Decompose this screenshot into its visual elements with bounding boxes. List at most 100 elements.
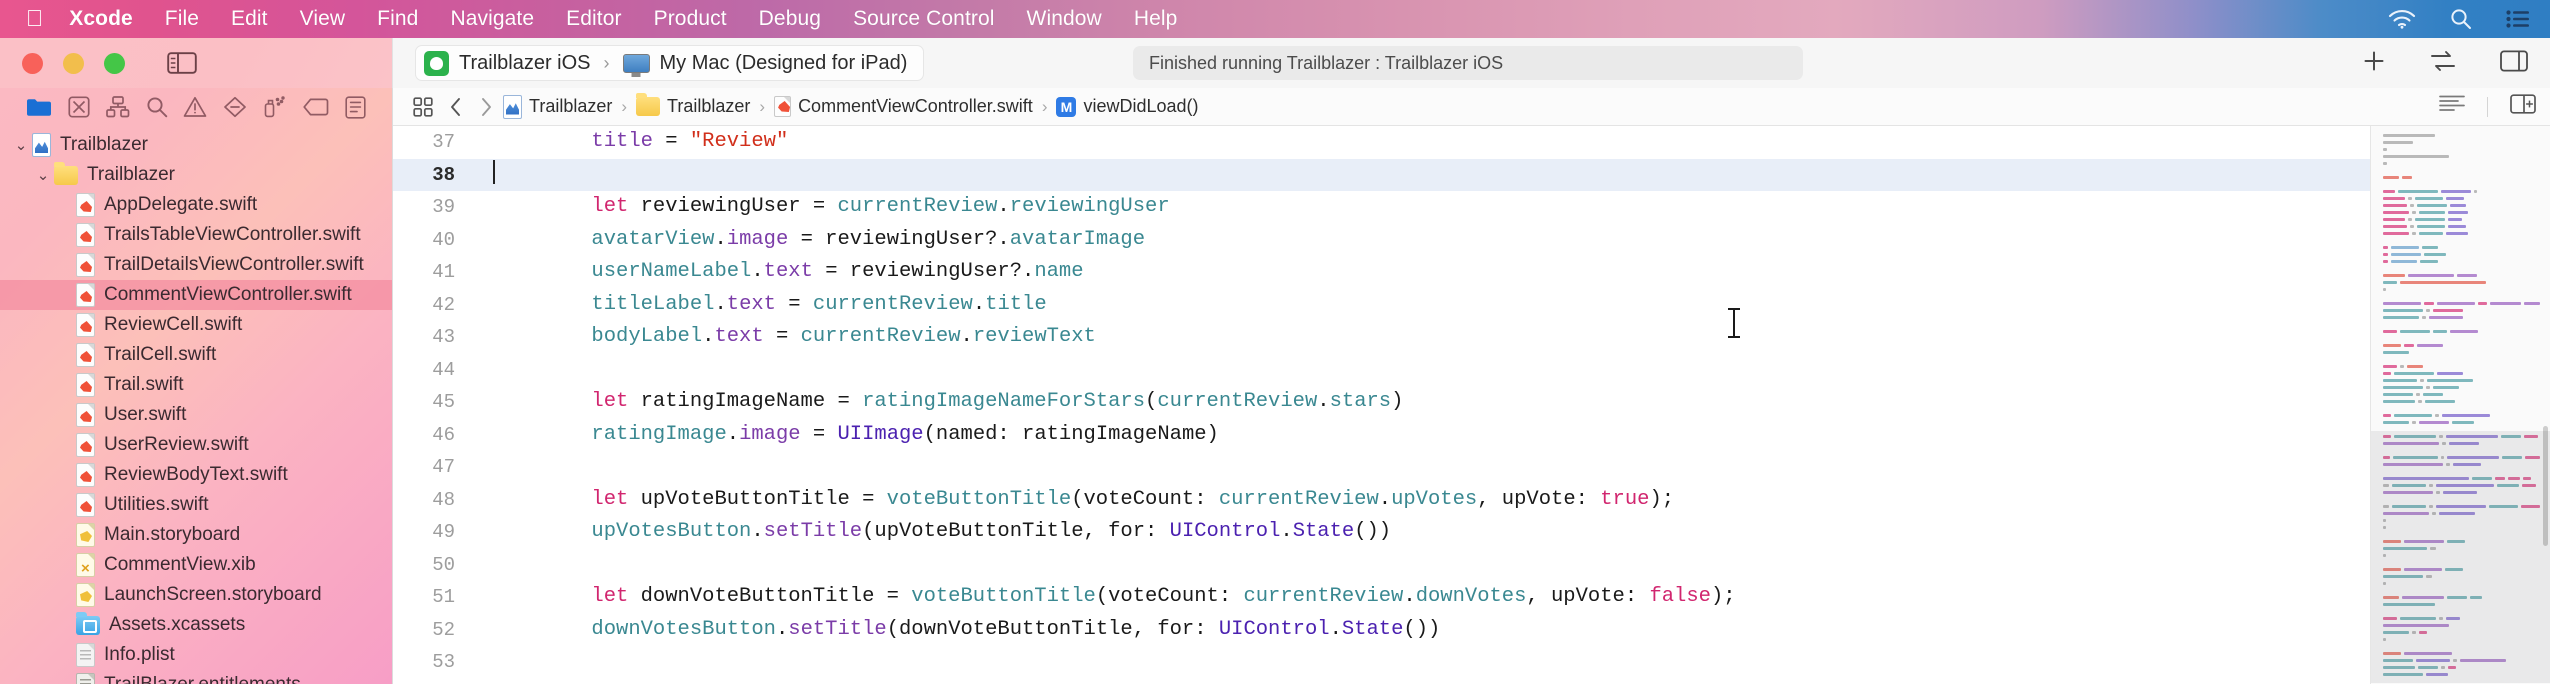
file-tree-item[interactable]: User.swift — [0, 400, 392, 430]
method-m-icon: M — [1056, 96, 1077, 117]
file-tree-item-label: TrailDetailsViewController.swift — [104, 254, 364, 275]
minimap-row — [2383, 580, 2540, 587]
file-tree-item[interactable]: Utilities.swift — [0, 490, 392, 520]
code-line[interactable]: 43 bodyLabel.text = currentReview.review… — [393, 321, 2370, 354]
file-tree-item[interactable]: LaunchScreen.storyboard — [0, 580, 392, 610]
line-number: 39 — [432, 196, 455, 218]
menu-item-source-control[interactable]: Source Control — [837, 7, 1010, 31]
editor-scrollbar-thumb[interactable] — [2543, 426, 2548, 546]
report-document-icon — [345, 95, 366, 119]
debug-navigator-tab[interactable] — [263, 96, 287, 118]
add-icon[interactable] — [2362, 49, 2386, 78]
menu-item-help[interactable]: Help — [1118, 7, 1194, 31]
code-line[interactable]: 52 downVotesButton.setTitle(downVoteButt… — [393, 614, 2370, 647]
inspector-toggle-icon[interactable] — [2500, 49, 2528, 77]
file-tree-item[interactable]: AppDelegate.swift — [0, 190, 392, 220]
sidebar-toggle-icon[interactable] — [167, 51, 197, 75]
code-line[interactable]: 45 let ratingImageName = ratingImageName… — [393, 386, 2370, 419]
zoom-window-button[interactable] — [104, 52, 125, 74]
menu-item-xcode[interactable]: Xcode — [69, 7, 149, 31]
menu-item-edit[interactable]: Edit — [215, 7, 284, 31]
menu-item-navigate[interactable]: Navigate — [434, 7, 550, 31]
menu-item-editor[interactable]: Editor — [550, 7, 637, 31]
file-tree-item[interactable]: CommentViewController.swift — [0, 280, 392, 310]
code-line[interactable]: 50 — [393, 549, 2370, 582]
code-line[interactable]: 39 let reviewingUser = currentReview.rev… — [393, 191, 2370, 224]
project-icon — [503, 94, 522, 119]
test-navigator-tab[interactable] — [223, 96, 247, 118]
file-tree-item[interactable]: ⌄ Trailblazer — [0, 130, 392, 160]
disclosure-triangle-icon[interactable]: ⌄ — [32, 166, 54, 184]
minimize-window-button[interactable] — [63, 52, 84, 74]
menu-item-view[interactable]: View — [284, 7, 362, 31]
spotlight-search-icon[interactable] — [2450, 8, 2472, 30]
file-tree-item[interactable]: ReviewBodyText.swift — [0, 460, 392, 490]
code-line[interactable]: 44 — [393, 354, 2370, 387]
wifi-icon[interactable] — [2388, 9, 2416, 29]
file-tree-item[interactable]: TrailBlazer.entitlements — [0, 670, 392, 684]
breadcrumb-segment[interactable]: Trailblazer — [501, 94, 614, 119]
code-line[interactable]: 49 upVotesButton.setTitle(upVoteButtonTi… — [393, 516, 2370, 549]
scheme-destination-selector[interactable]: Trailblazer iOS › My Mac (Designed for i… — [415, 45, 925, 81]
minimap-token — [2436, 490, 2440, 495]
file-tree-item[interactable]: CommentView.xib — [0, 550, 392, 580]
code-line[interactable]: 47 — [393, 451, 2370, 484]
menu-item-debug[interactable]: Debug — [743, 7, 837, 31]
symbol-navigator-tab[interactable] — [105, 96, 130, 118]
breadcrumb-segment[interactable]: CommentViewController.swift — [772, 96, 1035, 117]
file-tree-item[interactable]: UserReview.swift — [0, 430, 392, 460]
file-tree-item[interactable]: TrailCell.swift — [0, 340, 392, 370]
code-line[interactable]: 41 userNameLabel.text = reviewingUser?.n… — [393, 256, 2370, 289]
code-line[interactable]: 37 title = "Review" — [393, 126, 2370, 159]
breadcrumb-segment[interactable]: Trailblazer — [634, 93, 752, 117]
minimap-token — [2470, 595, 2482, 600]
minimap-token — [2393, 455, 2438, 460]
project-navigator-tab[interactable] — [26, 97, 52, 117]
code-line[interactable]: 38 — [393, 158, 2370, 191]
breadcrumb-segment[interactable]: MviewDidLoad() — [1054, 96, 1200, 117]
code-line[interactable]: 51 let downVoteButtonTitle = voteButtonT… — [393, 581, 2370, 614]
menu-item-product[interactable]: Product — [638, 7, 743, 31]
issue-navigator-tab[interactable] — [183, 96, 207, 118]
back-chevron-icon[interactable] — [441, 97, 471, 117]
code-line[interactable]: 53 — [393, 646, 2370, 679]
minimap-token — [2501, 434, 2521, 439]
related-items-icon[interactable] — [405, 96, 441, 117]
file-tree-item[interactable]: TrailsTableViewController.swift — [0, 220, 392, 250]
close-window-button[interactable] — [22, 52, 43, 74]
file-tree-item[interactable]: ⌄ Trailblazer — [0, 160, 392, 190]
source-control-navigator-tab[interactable] — [68, 96, 90, 118]
minimap-token — [2383, 392, 2413, 397]
minimap-lines-icon[interactable] — [2439, 94, 2465, 119]
file-tree-item[interactable]: Assets.xcassets — [0, 610, 392, 640]
minimap-token — [2416, 658, 2450, 663]
split-editor-icon[interactable] — [2510, 94, 2536, 119]
code-line[interactable]: 46 ratingImage.image = UIImage(named: ra… — [393, 419, 2370, 452]
menu-item-find[interactable]: Find — [361, 7, 434, 31]
disclosure-triangle-icon[interactable]: ⌄ — [10, 136, 32, 154]
file-tree-item[interactable]: Main.storyboard — [0, 520, 392, 550]
source-code-editor[interactable]: 37 title = "Review" 38 39 let reviewingUse… — [393, 126, 2370, 684]
code-line[interactable]: 48 let upVoteButtonTitle = voteButtonTit… — [393, 484, 2370, 517]
breakpoint-navigator-tab[interactable] — [303, 98, 329, 116]
code-minimap[interactable] — [2370, 126, 2550, 684]
report-navigator-tab[interactable] — [345, 95, 366, 119]
menu-item-window[interactable]: Window — [1011, 7, 1118, 31]
control-center-icon[interactable] — [2506, 10, 2530, 28]
editor-body: 37 title = "Review" 38 39 let reviewingUse… — [393, 126, 2550, 684]
find-navigator-tab[interactable] — [146, 96, 168, 118]
file-tree-item[interactable]: ReviewCell.swift — [0, 310, 392, 340]
code-review-icon[interactable] — [2428, 50, 2458, 77]
forward-chevron-icon[interactable] — [471, 97, 501, 117]
code-line[interactable]: 42 titleLabel.text = currentReview.title — [393, 289, 2370, 322]
file-tree-item[interactable]: Info.plist — [0, 640, 392, 670]
file-tree-item[interactable]: Trail.swift — [0, 370, 392, 400]
file-tree-item[interactable]: TrailDetailsViewController.swift — [0, 250, 392, 280]
activity-status-bar[interactable]: Finished running Trailblazer : Trailblaz… — [1133, 46, 1803, 80]
menu-item-file[interactable]: File — [149, 7, 215, 31]
code-line[interactable]: 40 avatarView.image = reviewingUser?.ava… — [393, 224, 2370, 257]
swift-file-icon — [76, 313, 95, 337]
code-line[interactable]: 54 NotificationCenter.default.addObserve… — [393, 679, 2370, 684]
minimap-token — [2426, 385, 2430, 390]
apple-logo-icon[interactable]:  — [26, 6, 43, 30]
